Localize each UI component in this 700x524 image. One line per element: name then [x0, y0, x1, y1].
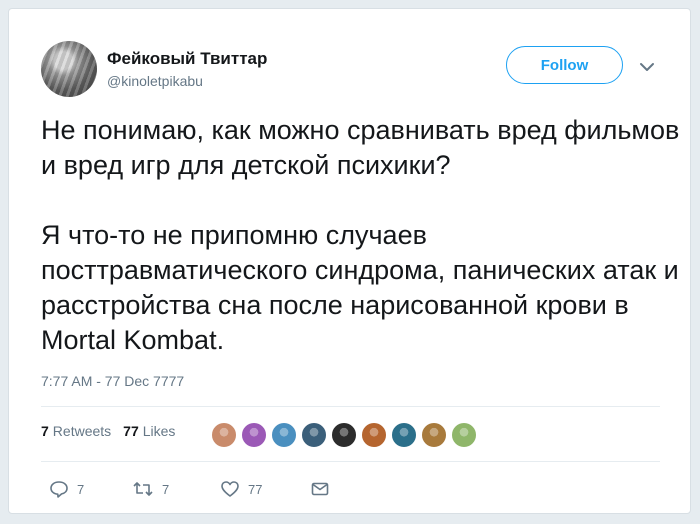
- retweets-count: 7: [41, 423, 49, 439]
- liker-avatars: [211, 422, 481, 448]
- reply-action[interactable]: 7: [49, 480, 132, 498]
- liker-avatar[interactable]: [271, 422, 297, 448]
- retweet-action[interactable]: 7: [132, 480, 220, 498]
- chevron-down-icon[interactable]: [638, 60, 656, 74]
- retweet-icon: [132, 480, 154, 498]
- tweet-card: Фейковый Твиттар @kinoletpikabu Follow Н…: [8, 8, 691, 514]
- likes-label: Likes: [142, 423, 176, 439]
- divider: [41, 461, 660, 462]
- retweets-stat[interactable]: 7 Retweets: [41, 423, 111, 439]
- envelope-icon: [310, 480, 330, 498]
- direct-message-action[interactable]: [310, 480, 330, 498]
- like-count: 77: [248, 481, 263, 497]
- liker-avatar[interactable]: [331, 422, 357, 448]
- liker-avatar[interactable]: [301, 422, 327, 448]
- liker-avatar[interactable]: [241, 422, 267, 448]
- user-avatar[interactable]: [41, 41, 97, 97]
- likes-count: 77: [123, 423, 139, 439]
- liker-avatar[interactable]: [361, 422, 387, 448]
- retweet-count: 7: [162, 481, 170, 497]
- reply-icon: [49, 480, 69, 498]
- reply-count: 7: [77, 481, 85, 497]
- tweet-timestamp[interactable]: 7:77 AM - 77 Dec 7777: [41, 373, 184, 389]
- liker-avatar[interactable]: [421, 422, 447, 448]
- likes-stat[interactable]: 77 Likes: [123, 423, 175, 439]
- retweets-label: Retweets: [52, 423, 112, 439]
- heart-icon: [220, 480, 240, 498]
- follow-button[interactable]: Follow: [506, 46, 623, 84]
- tweet-text: Не понимаю, как можно сравнивать вред фи…: [41, 113, 681, 358]
- liker-avatar[interactable]: [391, 422, 417, 448]
- liker-avatar[interactable]: [211, 422, 237, 448]
- tweet-actions: 7 7 77: [49, 479, 330, 499]
- like-action[interactable]: 77: [220, 480, 310, 498]
- user-display-name[interactable]: Фейковый Твиттар: [107, 49, 267, 69]
- tweet-paragraph: Не понимаю, как можно сравнивать вред фи…: [41, 115, 680, 180]
- divider: [41, 406, 660, 407]
- tweet-stats: 7 Retweets 77 Likes: [41, 421, 187, 441]
- user-handle[interactable]: @kinoletpikabu: [107, 73, 203, 89]
- liker-avatar[interactable]: [451, 422, 477, 448]
- tweet-paragraph: Я что-то не припомню случаев посттравмат…: [41, 220, 679, 355]
